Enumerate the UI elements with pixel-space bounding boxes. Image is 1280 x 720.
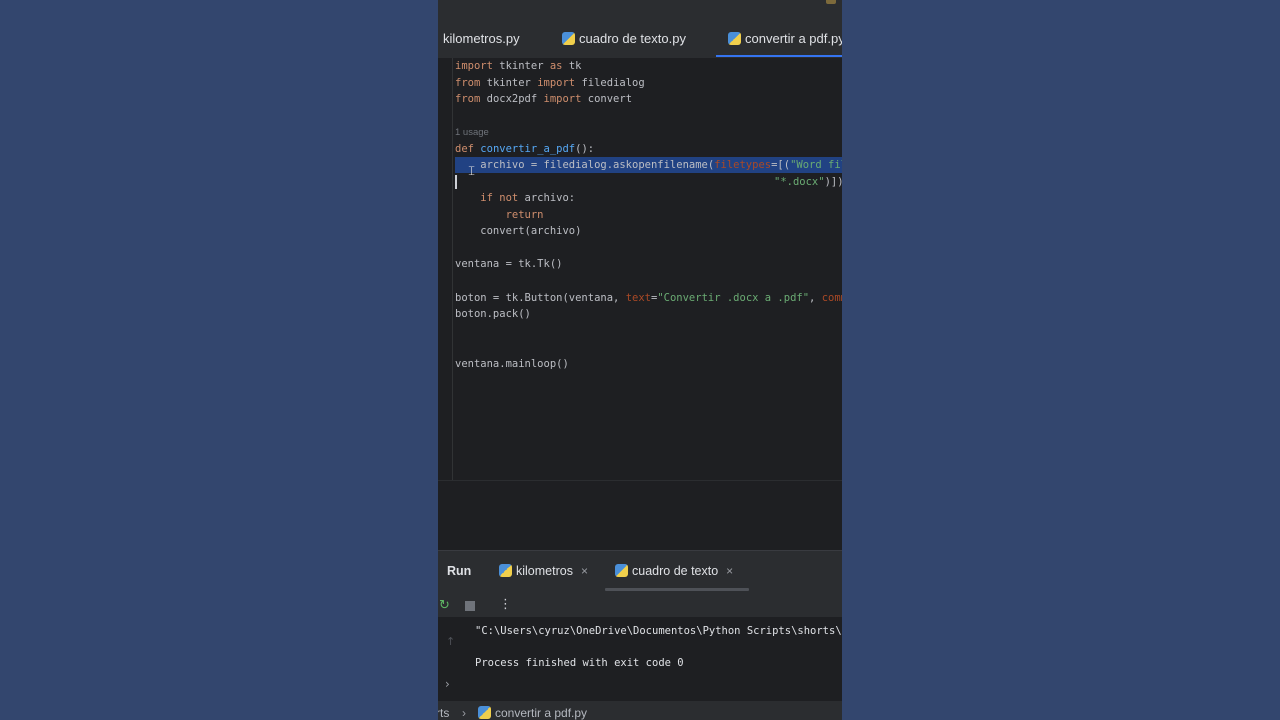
code-line: from docx2pdf import convert	[455, 93, 633, 105]
ide-window: kilometros.py cuadro de texto.py convert…	[438, 0, 842, 720]
run-tool-window: Run kilometros × cuadro de texto × ↻ ⋮ ↑ ›…	[438, 550, 842, 701]
breadcrumb-folder[interactable]: rts	[438, 706, 449, 720]
run-tab-kilometros[interactable]: kilometros ×	[499, 564, 588, 578]
more-options-icon[interactable]: ⋮	[499, 597, 512, 612]
code-line: import tkinter as tk	[455, 60, 582, 72]
run-tabs: Run kilometros × cuadro de texto ×	[438, 551, 842, 591]
code-line: return	[455, 209, 544, 221]
code-line: boton = tk.Button(ventana, text="Convert…	[455, 292, 842, 304]
tab-kilometros[interactable]: kilometros.py	[443, 20, 520, 58]
python-file-icon	[615, 564, 628, 577]
editor-gutter	[452, 58, 453, 480]
tab-label: convertir a pdf.py	[745, 31, 842, 46]
code-editor[interactable]: import tkinter as tk from tkinter import…	[438, 58, 842, 480]
run-panel-title: Run	[447, 564, 472, 578]
python-file-icon	[562, 32, 575, 45]
right-background	[842, 0, 1280, 720]
breadcrumb-file[interactable]: convertir a pdf.py	[478, 706, 587, 720]
text-caret	[455, 175, 457, 189]
python-file-icon	[728, 32, 741, 45]
code-line: convert(archivo)	[455, 225, 582, 237]
tab-label: kilometros.py	[443, 31, 520, 46]
stop-icon[interactable]	[465, 601, 475, 611]
code-line: if not archivo:	[455, 192, 576, 204]
close-icon[interactable]: ×	[726, 564, 733, 578]
editor-tabs: kilometros.py cuadro de texto.py convert…	[438, 20, 842, 59]
python-file-icon	[499, 564, 512, 577]
run-tab-scrollbar[interactable]	[605, 588, 749, 591]
chevron-right-icon[interactable]: ›	[445, 677, 450, 691]
tab-convertir-a-pdf[interactable]: convertir a pdf.py	[716, 20, 842, 58]
mouse-ibeam-icon: 𝙸	[467, 164, 477, 179]
notification-icon[interactable]	[826, 0, 836, 4]
tab-cuadro-de-texto[interactable]: cuadro de texto.py	[562, 20, 686, 58]
code-line: ventana.mainloop()	[455, 358, 569, 370]
console-output-line: "C:\Users\cyruz\OneDrive\Documentos\Pyth…	[475, 625, 842, 637]
usage-hint[interactable]: 1 usage	[455, 125, 489, 141]
run-toolbar: ↻ ⋮	[438, 595, 842, 617]
python-file-icon	[478, 706, 491, 719]
code-line: "*.docx")])	[774, 176, 842, 188]
code-line: def convertir_a_pdf():	[455, 143, 595, 155]
code-line: ventana = tk.Tk()	[455, 258, 563, 270]
editor-bottom-space	[438, 480, 842, 551]
console-output-line: Process finished with exit code 0	[475, 657, 684, 669]
code-line: from tkinter import filedialog	[455, 77, 645, 89]
left-background	[0, 0, 438, 720]
run-tab-cuadro-de-texto[interactable]: cuadro de texto ×	[615, 564, 733, 578]
tab-label: cuadro de texto.py	[579, 31, 686, 46]
code-line: boton.pack()	[455, 308, 531, 320]
close-icon[interactable]: ×	[581, 564, 588, 578]
breadcrumb-separator-icon: ›	[462, 706, 466, 720]
rerun-icon[interactable]: ↻	[439, 598, 450, 613]
title-bar	[438, 0, 842, 20]
selected-code-line: archivo = filedialog.askopenfilename(fil…	[455, 157, 842, 173]
status-bar-breadcrumb: rts › convertir a pdf.py	[438, 700, 842, 720]
scroll-up-arrow-icon[interactable]: ↑	[446, 635, 455, 648]
